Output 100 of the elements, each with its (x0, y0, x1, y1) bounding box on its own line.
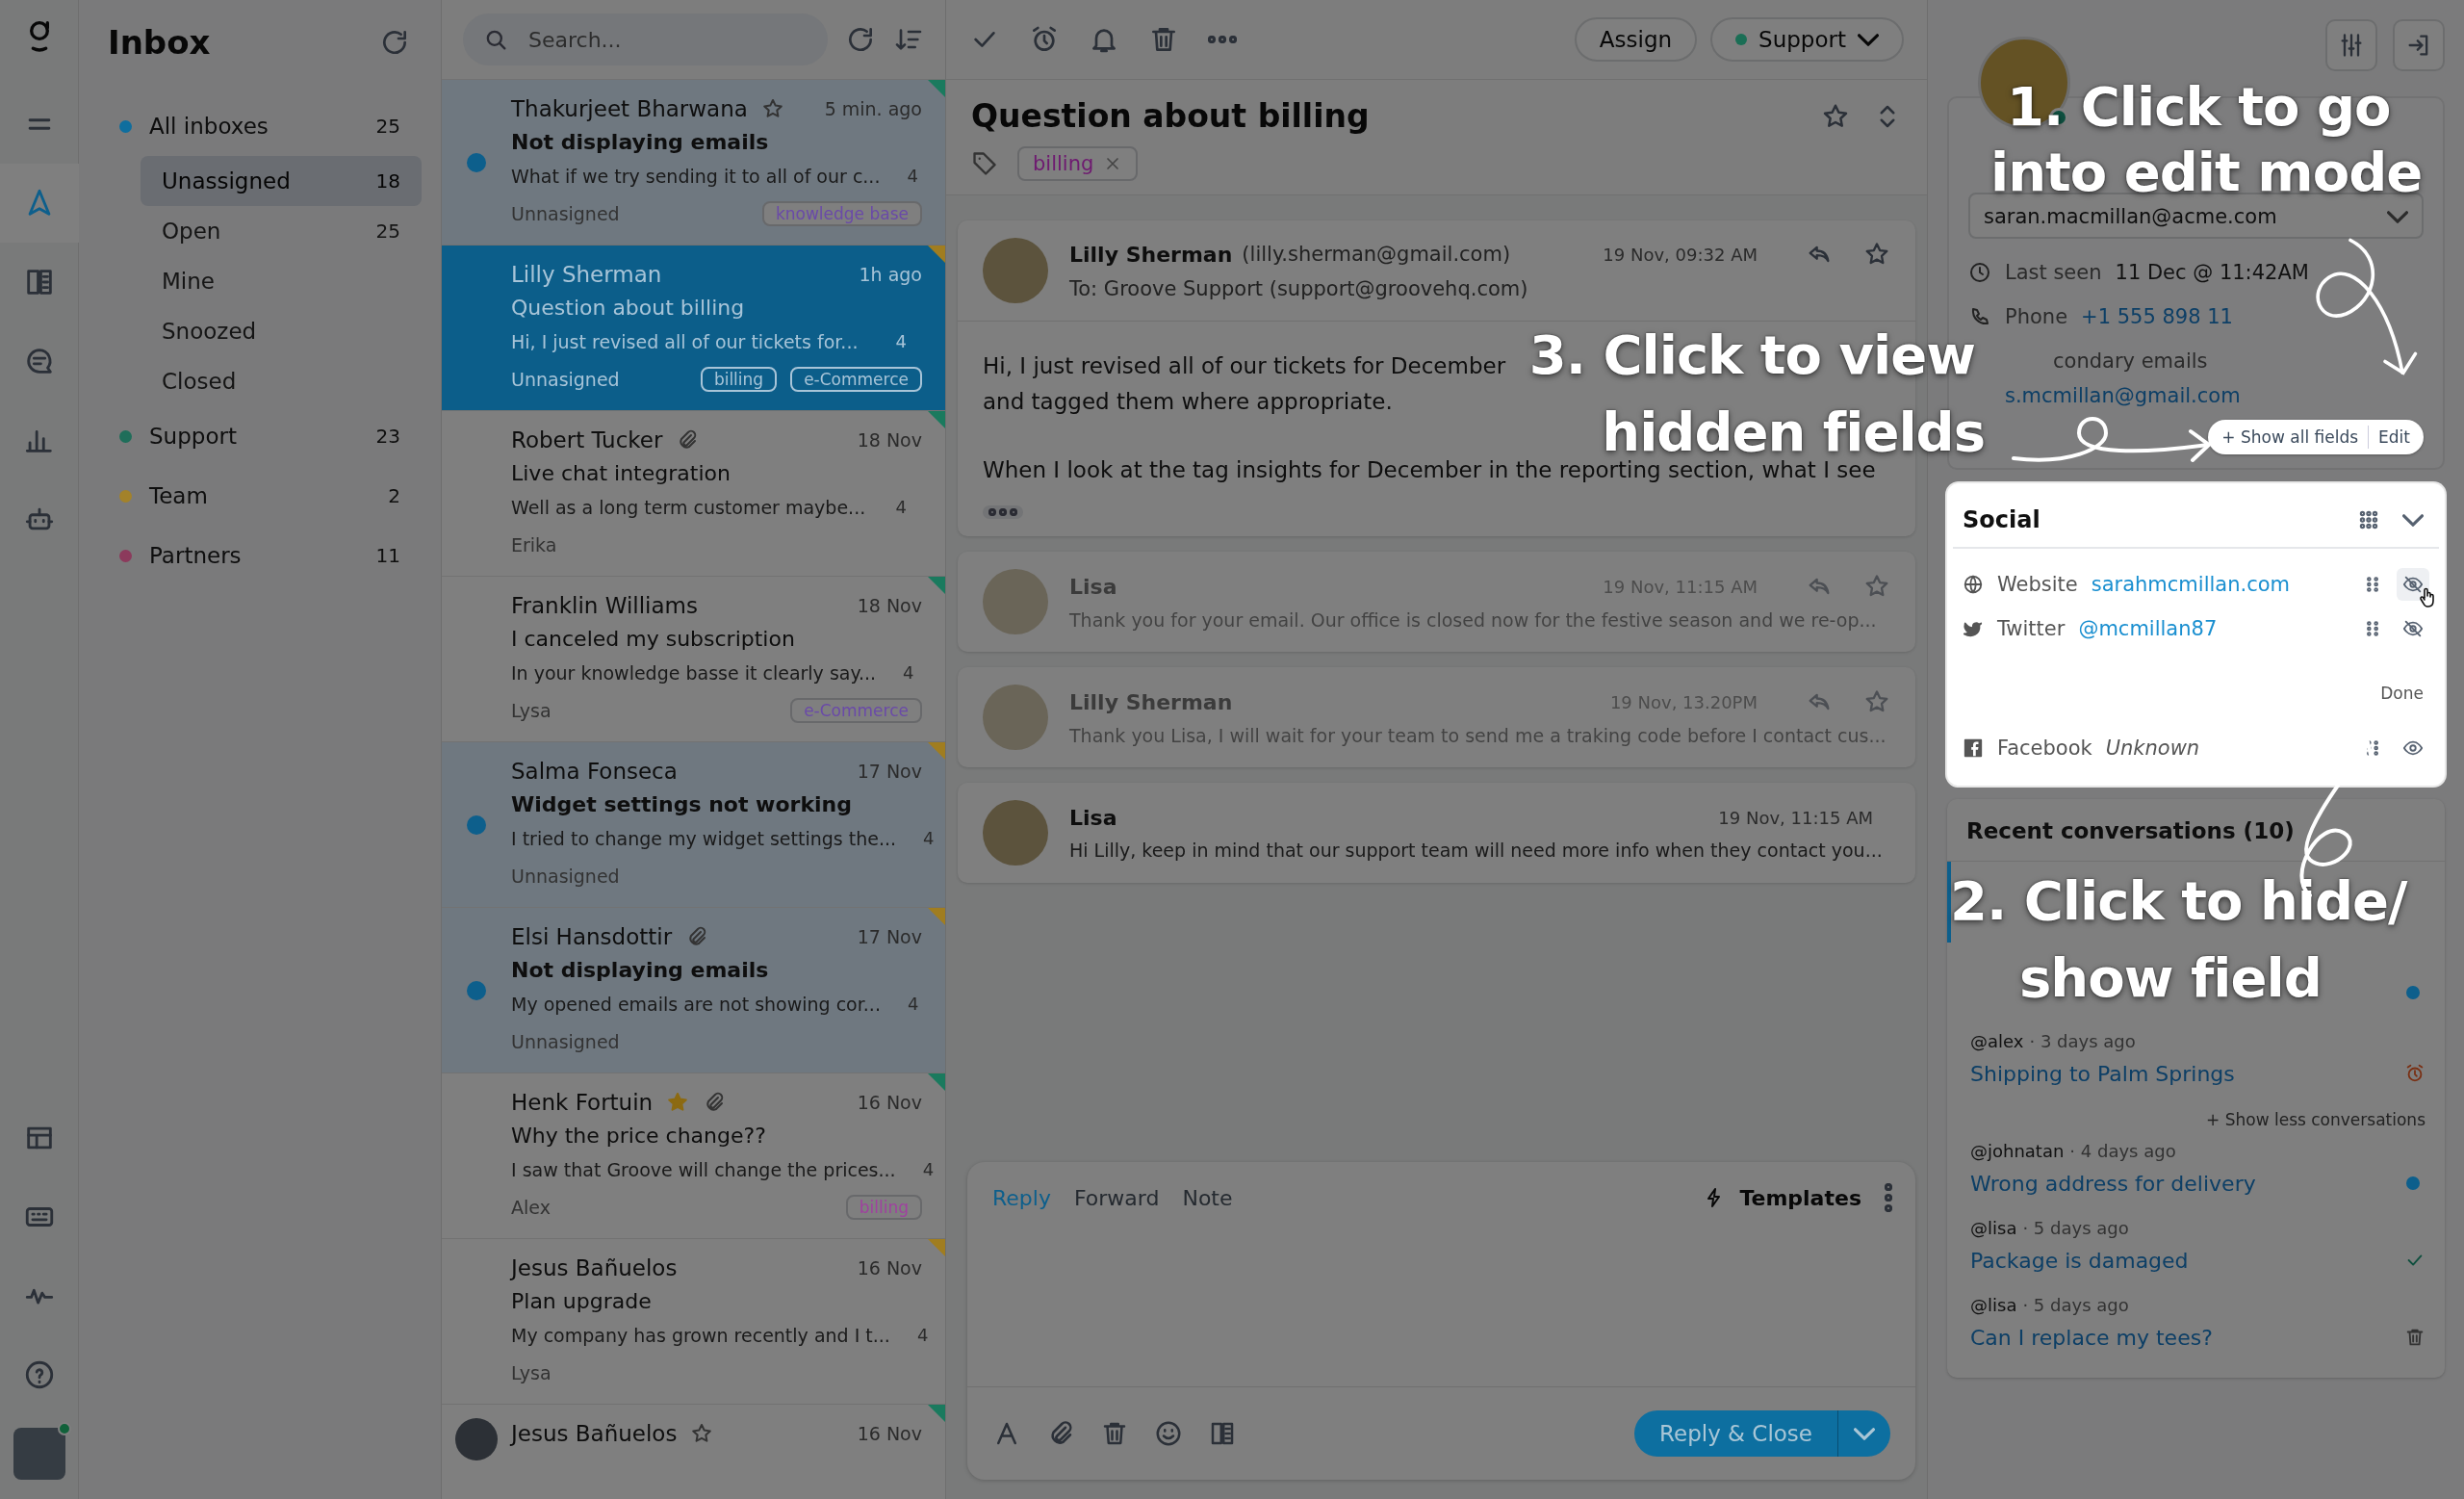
clock-icon (1968, 261, 1991, 284)
templates-button[interactable]: Templates (1703, 1185, 1861, 1210)
emoji-button[interactable] (1154, 1419, 1183, 1448)
conversation-item[interactable]: @lisa · 5 days ago Can I replace my tees? (1947, 1287, 2445, 1364)
author: @lisa (1970, 1218, 2017, 1240)
mailbox-link[interactable]: Support (149, 424, 237, 449)
sender-name: Lilly Sherman (511, 261, 662, 287)
field-label: Last seen (2005, 261, 2102, 284)
mailbox-count: 11 (375, 544, 400, 567)
contact-dropdown[interactable]: saran.macmillan@acme.com (1968, 193, 2424, 239)
mailbox-link[interactable]: Partners (149, 543, 242, 568)
subject: Not displaying emails (511, 957, 770, 984)
customize-button[interactable] (2325, 19, 2377, 71)
more-button[interactable] (1208, 36, 1237, 43)
conversation-title: Package is damaged (1970, 1248, 2189, 1273)
sender-name: Salma Fonseca (511, 758, 678, 784)
mailbox-link[interactable]: All inboxes (149, 114, 269, 139)
conversation-item[interactable]: Henk Fortuin 16 Nov Why the price change?? I saw that Groove will change the prices... 4 Alex billing (442, 1073, 945, 1239)
email-link[interactable]: s.mcmillan@gmail.com (2005, 384, 2241, 407)
collapse-button[interactable] (2402, 513, 2424, 527)
conversation-item[interactable]: Robert Tucker 18 Nov Live chat integration Well as a long term customer maybe... 4 Erika (442, 411, 945, 577)
folder-name: Snoozed (162, 319, 258, 344)
show-all-fields-button[interactable]: + Show all fields (2221, 427, 2359, 447)
inbox-title: Inbox (108, 23, 211, 62)
conversation-title: Can I replace my tees? (1970, 1325, 2213, 1350)
field-value[interactable]: +1 555 898 11 (2081, 305, 2233, 328)
message-count: 4 (895, 497, 907, 517)
message-card[interactable]: Lisa 19 Nov, 11:15 AM Hi Lilly, keep in mind that our support team will need more info when they contact you... (958, 783, 1915, 883)
field-value: Unknown (2105, 737, 2200, 760)
field-value[interactable]: @mcmillan87 (2078, 617, 2218, 640)
timestamp: 16 Nov (857, 1091, 922, 1113)
subject: Widget settings not working (511, 791, 853, 818)
assignee: Unnasigned (511, 368, 620, 390)
contact-email: saran.macmillan@acme.com (1984, 204, 2278, 229)
conversation-item[interactable]: @lisa · 5 days ago Package is damaged (1947, 1210, 2445, 1287)
mailbox-link[interactable]: Team (149, 483, 208, 508)
message-preview: What if we try sending it to all of our c... (511, 165, 881, 187)
tag[interactable]: billing (1017, 146, 1139, 181)
timestamp: · 5 days ago (2022, 1218, 2129, 1240)
conversation-item[interactable]: Salma Fonseca 17 Nov Widget settings not working I tried to change my widget settings the... 4 Unnasigned (442, 742, 945, 908)
folder-item[interactable]: Mine (141, 256, 422, 306)
collapse-panel-button[interactable] (2393, 19, 2445, 71)
show-more-button[interactable] (983, 505, 1023, 519)
conversation-title: Shipping to Palm Springs (1970, 1061, 2235, 1086)
paper-plane-button[interactable] (0, 164, 79, 243)
field-label: Twitter (1997, 617, 2066, 640)
author: @alex (1970, 1031, 2024, 1053)
message-preview: Thank you for your email. Our office is closed now for the festive season and we re-op... (1069, 609, 1878, 631)
sender-name: Jesus Bañuelos (511, 1254, 678, 1280)
mailbox-count: 2 (388, 484, 400, 507)
folder-item[interactable]: Unassigned 18 (141, 156, 422, 206)
folder-item[interactable]: Snoozed (141, 306, 422, 356)
annotation-text: 2. Click to hide/ (1950, 871, 2407, 931)
message-preview: Hi, I just revised all of our tickets for... (511, 330, 859, 352)
composer-tab[interactable]: Forward (1073, 1185, 1160, 1210)
subject: Plan upgrade (511, 1288, 653, 1315)
field-value[interactable]: sarahmcmillan.com (2091, 573, 2290, 596)
message-preview: Well as a long term customer maybe... (511, 496, 866, 518)
folder-count: 25 (375, 220, 400, 243)
mailbox-dropdown[interactable]: Support (1710, 17, 1904, 62)
edit-button[interactable]: Edit (2378, 427, 2410, 447)
assignee: Lysa (511, 1361, 552, 1383)
subject: I canceled my subscription (511, 626, 796, 653)
timestamp: 17 Nov (857, 925, 922, 947)
folder-item[interactable]: Closed (141, 356, 422, 406)
tag: billing (845, 1194, 922, 1220)
annotation-text: 3. Click to view (1528, 325, 1975, 385)
assign-button[interactable]: Assign (1574, 17, 1698, 62)
subject: Question about billing (511, 295, 746, 322)
timestamp: 16 Nov (857, 1422, 922, 1444)
sender-name: Lisa (1069, 574, 1117, 599)
message-count: 4 (916, 1325, 929, 1345)
folder-item[interactable]: Open 25 (141, 206, 422, 256)
conversation-item[interactable]: Lilly Sherman 1h ago Question about billing Hi, I just revised all of our tickets for... 4 Unnasigned billing e-Commerce (442, 246, 945, 411)
conversation-item[interactable]: Jesus Bañuelos 16 Nov Plan upgrade My company has grown recently and I t... 4 Lysa (442, 1239, 945, 1405)
assignee: Lysa (511, 699, 552, 721)
composer-tab[interactable]: Note (1182, 1185, 1233, 1210)
sender-name: Thakurjeet Bharwana (511, 95, 748, 121)
folder-name: Closed (162, 369, 238, 394)
more-icon (988, 508, 1017, 516)
folder-name: Open (162, 219, 222, 244)
sender-name: Jesus Bañuelos (511, 1420, 678, 1446)
user-avatar[interactable] (13, 1428, 65, 1480)
message-text: Hi, I just revised all of our tickets for December and tagged them where appropriate. (983, 352, 1507, 416)
field-label: condary emails (2053, 349, 2208, 373)
conversation-item[interactable]: Elsi Hansdottir 17 Nov Not displaying emails My opened emails are not showing cor... 4 Unnasigned (442, 908, 945, 1073)
sender-name: Lilly Sherman (1069, 689, 1233, 714)
mailbox-count: 25 (375, 115, 400, 138)
message-preview: My company has grown recently and I t... (511, 1324, 890, 1346)
message-preview: In your knowledge basse it clearly say... (511, 661, 877, 684)
timestamp: · 3 days ago (2029, 1031, 2136, 1053)
more-button[interactable] (1885, 1183, 1892, 1212)
mailbox-count: 23 (375, 425, 400, 448)
conversation-item[interactable]: @alex · 3 days ago Shipping to Palm Springs (1947, 1023, 2445, 1100)
search-field[interactable]: Search... (463, 13, 828, 65)
subject: Not displaying emails (511, 129, 770, 156)
show-less-button[interactable]: + Show less conversations (2206, 1110, 2426, 1129)
recipient: To: Groove Support (support@groovehq.com) (1069, 277, 1529, 300)
done-button[interactable]: Done (2380, 684, 2424, 703)
conversation-item[interactable]: @johnatan · 4 days ago Wrong address for delivery (1947, 1133, 2445, 1210)
